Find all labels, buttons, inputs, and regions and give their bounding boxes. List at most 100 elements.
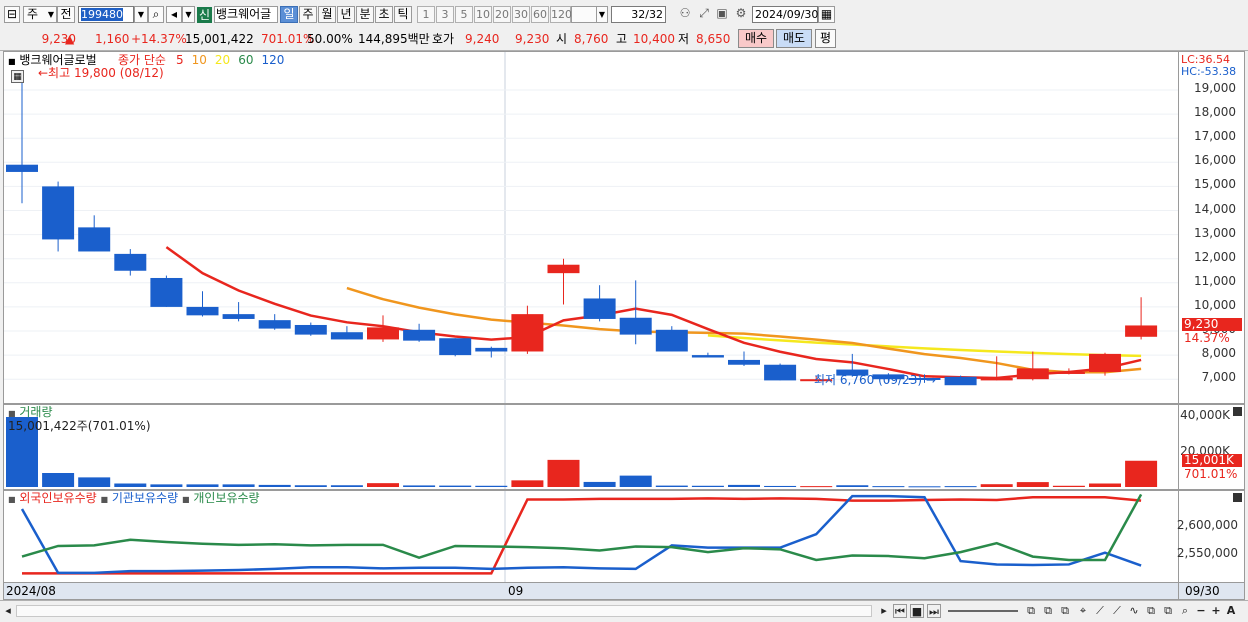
tab-period[interactable]: 초 bbox=[375, 6, 393, 23]
zoom-out-icon[interactable]: − bbox=[1195, 604, 1207, 618]
calendar-button[interactable]: ▦ bbox=[818, 6, 835, 23]
chevron-down-icon: ▼ bbox=[47, 10, 54, 19]
volume-bar bbox=[511, 480, 544, 487]
volume-bar bbox=[1125, 460, 1158, 487]
ma-legend: 5 10 20 60 120 bbox=[176, 54, 292, 67]
tab-period[interactable]: 월 bbox=[318, 6, 336, 23]
zoom-in-icon[interactable]: + bbox=[1210, 604, 1222, 618]
count-button[interactable]: 30 bbox=[512, 6, 530, 23]
code-input[interactable]: 199480 bbox=[78, 6, 134, 23]
trend-line-icon[interactable]: ⟋ bbox=[1110, 604, 1124, 618]
volume-bar bbox=[1052, 485, 1085, 487]
volume-bar bbox=[439, 485, 472, 487]
eval-button[interactable]: 평 bbox=[815, 29, 836, 48]
scroll-right-icon[interactable]: ▸ bbox=[878, 604, 890, 618]
save-icon[interactable]: ▣ bbox=[713, 6, 731, 23]
price-tick: 17,000 bbox=[1194, 129, 1236, 144]
search-icon: ⌕ bbox=[152, 7, 160, 21]
indicator-settings-icon[interactable]: ▦ bbox=[11, 70, 24, 83]
prefix-button[interactable]: 전 bbox=[57, 6, 75, 23]
trend-line-icon[interactable]: ⟋ bbox=[1093, 604, 1107, 618]
candle bbox=[1125, 325, 1158, 337]
speaker-dropdown[interactable]: ▼ bbox=[182, 6, 195, 23]
count-button[interactable]: 60 bbox=[531, 6, 549, 23]
count-button[interactable]: 10 bbox=[474, 6, 492, 23]
count-button[interactable]: 120 bbox=[550, 6, 572, 23]
count-button[interactable]: 1 bbox=[417, 6, 435, 23]
tab-period[interactable]: 년 bbox=[337, 6, 355, 23]
hc-label: HC:-53.38 bbox=[1181, 65, 1237, 78]
tab-period[interactable]: 주 bbox=[299, 6, 317, 23]
tab-period[interactable]: 틱 bbox=[394, 6, 412, 23]
forward-icon[interactable]: ⏭ bbox=[927, 604, 941, 618]
scroll-left-icon[interactable]: ◂ bbox=[3, 604, 13, 618]
volume-bar bbox=[764, 485, 797, 487]
count-button[interactable]: 20 bbox=[493, 6, 511, 23]
stop-icon[interactable]: ■ bbox=[910, 604, 924, 618]
buy-button[interactable]: 매수 bbox=[738, 29, 774, 48]
volume-bar bbox=[150, 484, 183, 487]
holdings-line-institution bbox=[20, 494, 1142, 575]
count-button[interactable]: 3 bbox=[436, 6, 454, 23]
market-select-label: 주 bbox=[27, 7, 39, 21]
low-label: 저 bbox=[678, 32, 690, 46]
volume-info: 15,001,422주(701.01%) bbox=[8, 419, 151, 433]
candle bbox=[1052, 371, 1085, 374]
price-tick: 12,000 bbox=[1194, 249, 1236, 264]
panel-close-icon[interactable] bbox=[1233, 407, 1242, 416]
tab-period[interactable]: 분 bbox=[356, 6, 374, 23]
volume-bar bbox=[78, 477, 111, 487]
volume-bar bbox=[1016, 482, 1049, 487]
price-y-axis: LC:36.54 HC:-53.38 19,000 18,000 17,000 16,… bbox=[1179, 51, 1245, 404]
stock-name-field[interactable]: 뱅크웨어글 bbox=[214, 6, 278, 23]
date-input[interactable]: 2024/09/30 bbox=[752, 6, 818, 23]
window-layout-icon[interactable]: ⧉ bbox=[1024, 604, 1038, 618]
copy-icon[interactable]: ⧉ bbox=[1144, 604, 1158, 618]
speaker-button[interactable]: ◂ bbox=[166, 6, 182, 23]
candle bbox=[150, 277, 183, 307]
market-select[interactable]: 주 ▼ bbox=[23, 6, 57, 23]
tab-period[interactable]: 일 bbox=[280, 6, 298, 23]
auto-scale-icon[interactable]: A bbox=[1225, 604, 1237, 618]
volume-value: 15,001,422 bbox=[185, 32, 254, 46]
code-dropdown-button[interactable]: ▼ bbox=[134, 6, 148, 23]
extra-period-select[interactable] bbox=[571, 6, 597, 23]
trade-amount: 144,895백만 bbox=[358, 32, 430, 46]
sell-button[interactable]: 매도 bbox=[776, 29, 812, 48]
price-chart-panel[interactable]: ■ 뱅크웨어글로벌 종가 단순 5 10 20 60 120 ▦ ←최고 19,800 … bbox=[3, 51, 1179, 404]
horizontal-scrollbar[interactable] bbox=[16, 605, 872, 617]
bid-price-2: 9,230 bbox=[515, 32, 550, 46]
chart-window-icon[interactable]: ⧉ bbox=[1161, 604, 1175, 618]
panel-close-icon[interactable] bbox=[1233, 493, 1242, 502]
crosshair-icon[interactable]: ⌖ bbox=[1076, 604, 1090, 618]
volume-bar bbox=[800, 486, 833, 488]
volume-chart bbox=[6, 405, 1158, 489]
volume-bar bbox=[475, 485, 508, 487]
draw-tool-icon[interactable]: ⤢ bbox=[695, 6, 713, 23]
overlay-icon[interactable]: ⧉ bbox=[1058, 604, 1072, 618]
zoom-slider[interactable] bbox=[948, 610, 1018, 612]
window-split-icon[interactable]: ⧉ bbox=[1041, 604, 1055, 618]
candle bbox=[1089, 353, 1121, 372]
x-label-start: 2024/08 bbox=[6, 584, 56, 598]
holdings-panel[interactable]: ■ 외국인보유수량 ■ 기관보유수량 ■ 개인보유수량 bbox=[3, 490, 1179, 583]
gear-icon[interactable]: ⚙ bbox=[732, 6, 750, 23]
count-button[interactable]: 5 bbox=[455, 6, 473, 23]
volume-panel[interactable]: ■ 거래량 15,001,422주(701.01%) bbox=[3, 404, 1179, 490]
volume-bar bbox=[691, 485, 724, 487]
search-icon[interactable]: ⌕ bbox=[1178, 604, 1192, 618]
binoculars-icon[interactable]: ⚇ bbox=[676, 6, 694, 23]
search-button[interactable]: ⌕ bbox=[148, 6, 164, 23]
price-tick: 14,000 bbox=[1194, 201, 1236, 216]
rewind-icon[interactable]: ⏮ bbox=[893, 604, 907, 618]
price-tick: 18,000 bbox=[1194, 105, 1236, 120]
legend-foreign: 외국인보유수량 bbox=[19, 491, 97, 505]
extra-period-dropdown[interactable]: ▼ bbox=[596, 6, 608, 23]
page-field[interactable]: 32/32 bbox=[611, 6, 666, 23]
window-menu-icon[interactable]: ⊟ bbox=[4, 6, 20, 23]
wave-icon[interactable]: ∿ bbox=[1127, 604, 1141, 618]
candle bbox=[439, 338, 472, 356]
toolbar: ⊟ 주 ▼ 전 199480 ▼ ⌕ ◂ ▼ 신 뱅크웨어글 일주월년분초틱 13… bbox=[0, 0, 1248, 29]
chevron-down-icon: ▼ bbox=[598, 10, 606, 19]
bullet-icon: ■ bbox=[181, 495, 190, 504]
